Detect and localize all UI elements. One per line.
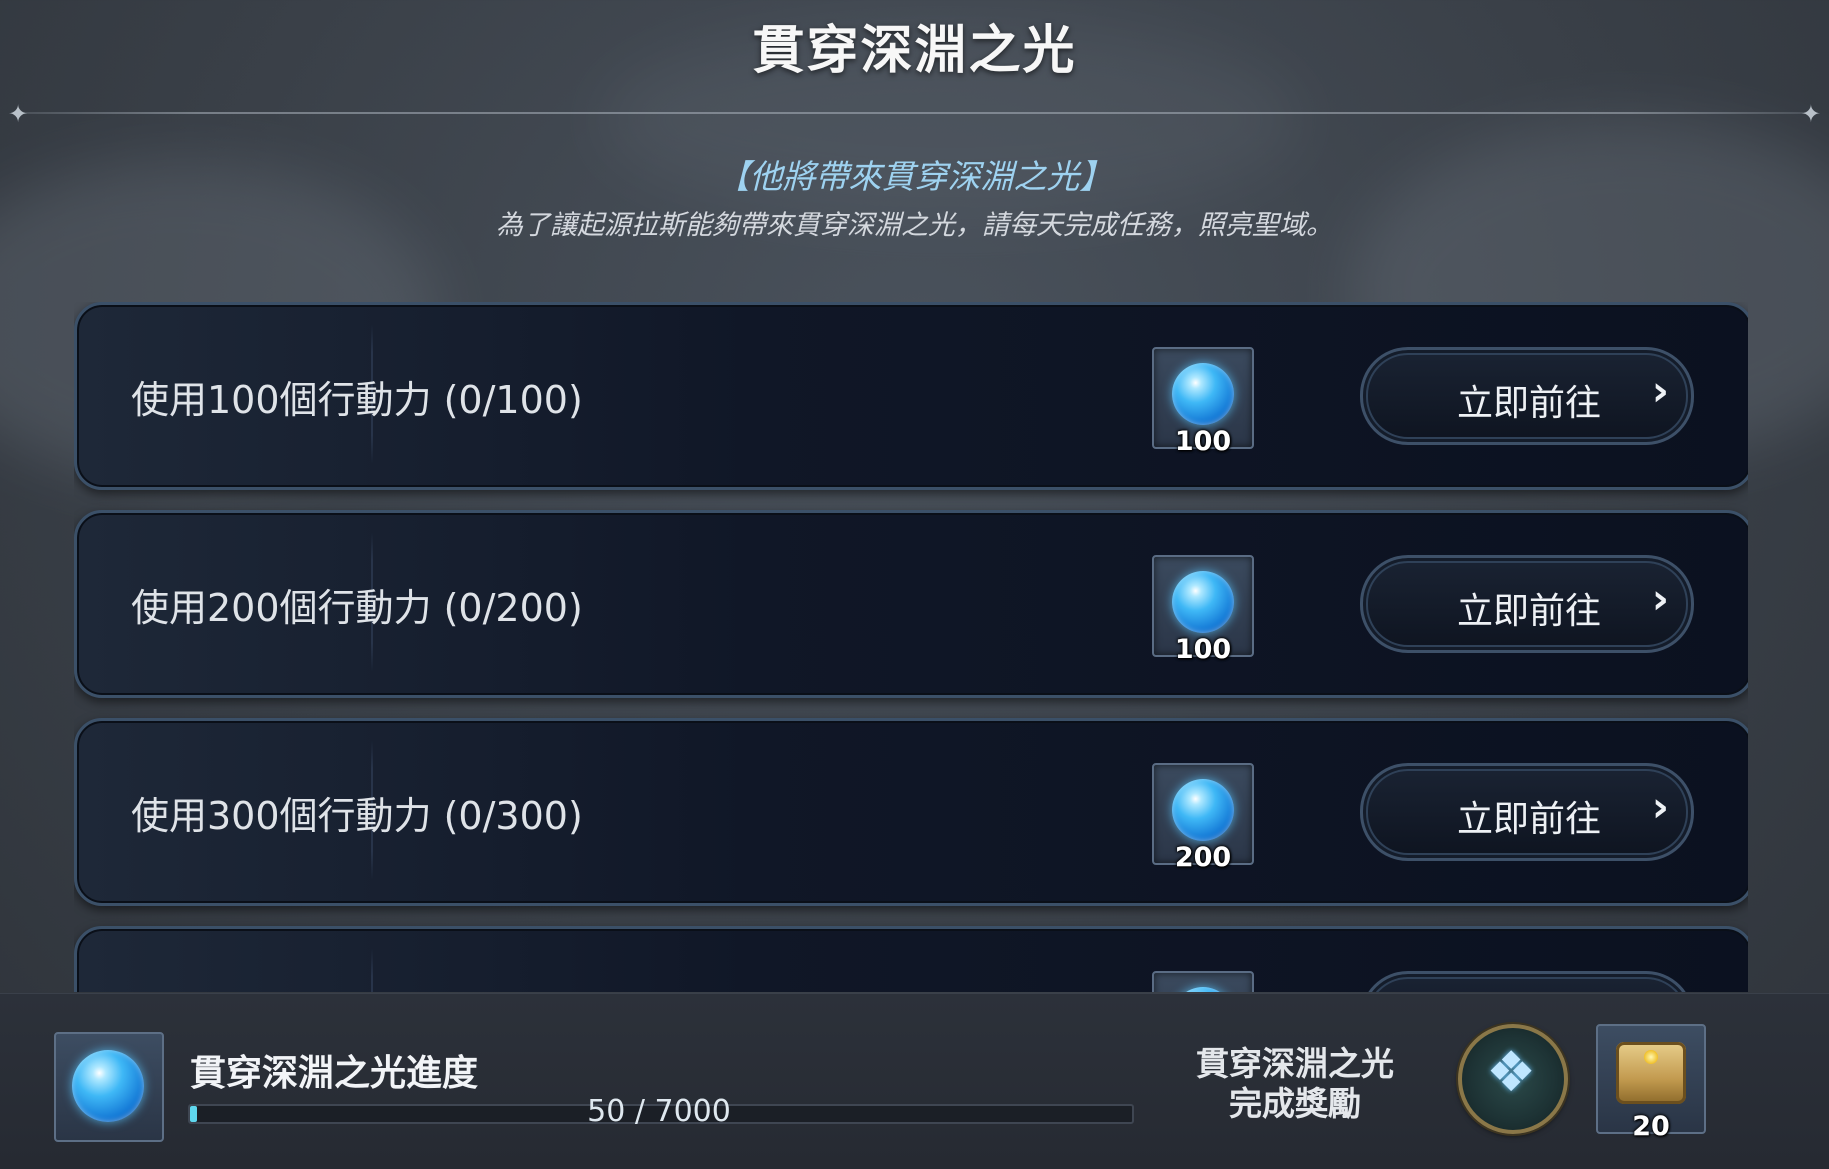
divider-star-left-icon: ✦	[8, 100, 29, 128]
completion-chest-reward[interactable]: 20	[1596, 1024, 1706, 1142]
blue-orb-icon	[1172, 987, 1234, 992]
completion-reward-label-line2: 完成獎勵	[1229, 1084, 1361, 1123]
task-row: 使用300個行動力 (0/300) 200 立即前往 ›	[74, 718, 1748, 906]
go-now-label: 立即前往	[1457, 383, 1602, 424]
progress-title: 貫穿深淵之光進度	[190, 1053, 479, 1094]
task-reward[interactable]: 200	[1152, 763, 1254, 873]
chevron-right-icon: ›	[1651, 574, 1669, 623]
completion-reward-label: 貫穿深淵之光 完成獎勵	[1170, 1044, 1420, 1124]
go-now-button[interactable]: 立即前往 ›	[1360, 347, 1694, 445]
progress-bar-panel: 貫穿深淵之光進度 50 / 7000 貫穿深淵之光 完成獎勵 ❖ 20	[0, 993, 1829, 1169]
progress-value: 50 / 7000	[587, 1094, 731, 1129]
task-list[interactable]: 使用100個行動力 (0/100) 100 立即前往 › 使用200個行動力 (…	[74, 302, 1748, 992]
go-now-button[interactable]: 立即前往 ›	[1360, 763, 1694, 861]
task-reward[interactable]: 100	[1152, 555, 1254, 665]
task-row: 使用100個行動力 (0/100) 100 立即前往 ›	[74, 302, 1748, 490]
event-description: 為了讓起源拉斯能夠帶來貫穿深淵之光，請每天完成任務，照亮聖域。	[496, 210, 1333, 241]
blue-orb-icon	[1172, 571, 1234, 633]
blue-orb-icon	[1172, 779, 1234, 841]
task-row: 使用200個行動力 (0/200) 100 立即前往 ›	[74, 510, 1748, 698]
divider-star-right-icon: ✦	[1800, 100, 1821, 128]
chest-gem-icon	[1644, 1050, 1658, 1064]
task-reward[interactable]: 100	[1152, 347, 1254, 457]
header-divider	[20, 112, 1809, 114]
crystal-emblem-icon[interactable]: ❖	[1458, 1024, 1568, 1134]
treasure-chest-icon	[1616, 1042, 1686, 1104]
event-subtitle: 【他將帶來貫穿深淵之光】	[716, 157, 1113, 196]
reward-quantity: 200	[1174, 842, 1232, 873]
task-label: 使用300個行動力 (0/300)	[131, 794, 583, 838]
chevron-right-icon: ›	[1651, 782, 1669, 831]
go-now-button[interactable]: 立即前往 ›	[1360, 555, 1694, 653]
crystal-glyph-icon: ❖	[1486, 1040, 1537, 1105]
chevron-right-icon: ›	[1651, 366, 1669, 415]
reward-quantity: 100	[1174, 426, 1232, 457]
progress-item[interactable]	[54, 1032, 164, 1142]
go-now-label: 立即前往	[1457, 799, 1602, 840]
task-row-partial	[74, 926, 1748, 992]
blue-orb-icon	[1172, 363, 1234, 425]
go-now-label: 立即前往	[1457, 591, 1602, 632]
page-title: 貫穿深淵之光	[752, 21, 1077, 81]
completion-reward-label-line1: 貫穿深淵之光	[1196, 1044, 1394, 1083]
task-reward[interactable]	[1152, 971, 1254, 992]
reward-quantity: 100	[1174, 634, 1232, 665]
go-now-button[interactable]	[1360, 971, 1694, 992]
task-label: 使用200個行動力 (0/200)	[131, 586, 583, 630]
chest-quantity: 20	[1632, 1111, 1670, 1142]
blue-orb-icon	[72, 1050, 144, 1122]
task-label: 使用100個行動力 (0/100)	[131, 378, 583, 422]
